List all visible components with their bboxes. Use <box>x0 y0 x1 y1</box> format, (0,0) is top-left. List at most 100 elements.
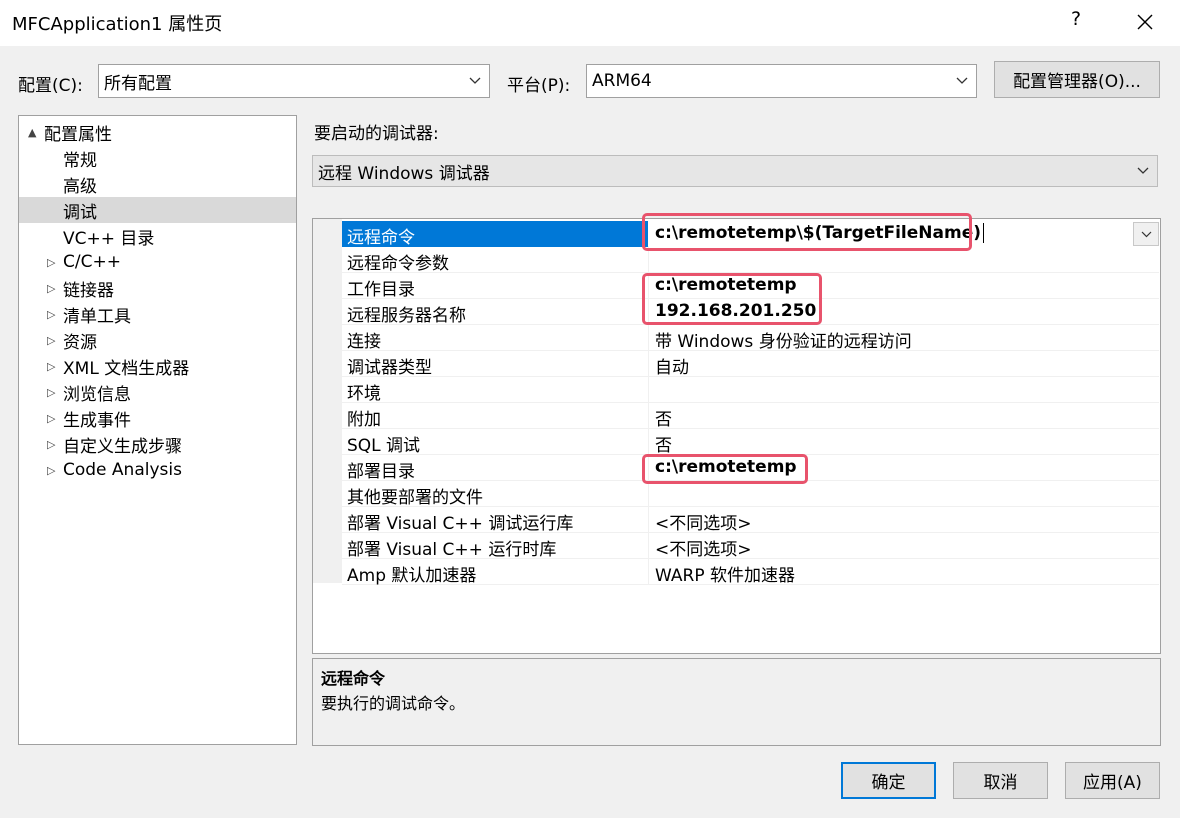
close-button[interactable] <box>1131 8 1159 36</box>
tree-item-build-events[interactable]: ▷ 生成事件 <box>19 405 296 431</box>
tree-item-config-properties[interactable]: ▲ 配置属性 <box>19 119 296 145</box>
property-grid: 远程命令 c:\remotetemp\$(TargetFileName) 远程命… <box>312 218 1161 654</box>
property-value: c:\remotetemp <box>655 275 797 295</box>
tree-item-label: 资源 <box>63 332 97 353</box>
property-name: 其他要部署的文件 <box>347 488 483 508</box>
property-value: WARP 软件加速器 <box>655 566 795 586</box>
apply-button[interactable]: 应用(A) <box>1065 762 1160 799</box>
category-tree: ▲ 配置属性 常规 高级 调试 VC++ 目录 ▷ C/C++ ▷ 链接器 ▷ … <box>18 115 297 745</box>
property-row-attach[interactable]: 附加 否 <box>342 403 1159 430</box>
column-divider <box>648 377 649 403</box>
debugger-label: 要启动的调试器: <box>314 124 439 144</box>
expand-triangle-icon[interactable]: ▷ <box>47 464 55 477</box>
tree-item-label: C/C++ <box>63 252 121 272</box>
column-divider <box>648 325 649 351</box>
property-name: SQL 调试 <box>347 436 421 456</box>
property-name: Amp 默认加速器 <box>347 566 477 586</box>
property-value: <不同选项> <box>655 514 752 534</box>
cancel-button[interactable]: 取消 <box>953 762 1048 799</box>
tree-item-label: 生成事件 <box>63 410 131 431</box>
property-value: c:\remotetemp <box>655 457 797 477</box>
property-value: <不同选项> <box>655 540 752 560</box>
chevron-down-icon <box>1141 231 1151 237</box>
tree-item-label: 自定义生成步骤 <box>63 436 182 457</box>
tree-item-resources[interactable]: ▷ 资源 <box>19 327 296 353</box>
column-divider <box>648 533 649 559</box>
expand-triangle-icon[interactable]: ▷ <box>47 334 55 347</box>
tree-item-label: 清单工具 <box>63 306 131 327</box>
debugger-select[interactable]: 远程 Windows 调试器 <box>312 155 1158 187</box>
tree-item-browse-info[interactable]: ▷ 浏览信息 <box>19 379 296 405</box>
value-dropdown-button[interactable] <box>1133 222 1159 246</box>
property-value: 自动 <box>655 358 689 378</box>
property-row-deploy-runtime[interactable]: 部署 Visual C++ 运行时库 <不同选项> <box>342 533 1159 560</box>
debugger-value: 远程 Windows 调试器 <box>318 163 490 184</box>
chevron-down-icon <box>461 65 489 97</box>
expand-triangle-icon[interactable]: ▷ <box>47 438 55 451</box>
property-row-environment[interactable]: 环境 <box>342 377 1159 404</box>
tree-item-code-analysis[interactable]: ▷ Code Analysis <box>19 457 296 483</box>
platform-label: 平台(P): <box>507 76 571 96</box>
column-divider <box>648 351 649 377</box>
platform-value: ARM64 <box>592 71 652 91</box>
column-divider <box>648 429 649 455</box>
grid-gutter <box>313 219 342 583</box>
tree-item-custom-build-step[interactable]: ▷ 自定义生成步骤 <box>19 431 296 457</box>
column-divider <box>648 455 649 481</box>
ok-button[interactable]: 确定 <box>841 762 936 799</box>
description-title: 远程命令 <box>321 669 386 688</box>
property-row-debugger-type[interactable]: 调试器类型 自动 <box>342 351 1159 378</box>
expand-triangle-icon[interactable]: ▷ <box>47 256 55 269</box>
property-name: 部署 Visual C++ 运行时库 <box>347 540 557 560</box>
tree-item-advanced[interactable]: 高级 <box>19 171 296 197</box>
column-divider <box>648 273 649 299</box>
tree-item-label: 常规 <box>63 150 97 171</box>
tree-item-label: Code Analysis <box>63 460 182 480</box>
property-row-remote-server-name[interactable]: 远程服务器名称 192.168.201.250 <box>342 299 1159 326</box>
description-text: 要执行的调试命令。 <box>321 694 466 713</box>
expand-triangle-icon[interactable]: ▷ <box>47 386 55 399</box>
tree-item-general[interactable]: 常规 <box>19 145 296 171</box>
tree-item-c-cpp[interactable]: ▷ C/C++ <box>19 249 296 275</box>
property-row-sql-debugging[interactable]: SQL 调试 否 <box>342 429 1159 456</box>
property-row-additional-files[interactable]: 其他要部署的文件 <box>342 481 1159 508</box>
property-row-remote-command[interactable]: 远程命令 c:\remotetemp\$(TargetFileName) <box>342 221 1159 248</box>
expand-triangle-icon[interactable]: ▷ <box>47 360 55 373</box>
property-row-deployment-directory[interactable]: 部署目录 c:\remotetemp <box>342 455 1159 482</box>
property-row-working-directory[interactable]: 工作目录 c:\remotetemp <box>342 273 1159 300</box>
tree-item-manifest-tool[interactable]: ▷ 清单工具 <box>19 301 296 327</box>
property-value: c:\remotetemp\$(TargetFileName) <box>655 223 984 243</box>
property-name: 远程服务器名称 <box>347 306 466 326</box>
description-panel: 远程命令 要执行的调试命令。 <box>312 658 1161 746</box>
expand-triangle-icon[interactable]: ▷ <box>47 412 55 425</box>
property-name: 连接 <box>347 332 381 352</box>
collapse-triangle-icon[interactable]: ▲ <box>28 126 36 139</box>
property-row-amp-accelerator[interactable]: Amp 默认加速器 WARP 软件加速器 <box>342 559 1159 586</box>
property-row-remote-command-args[interactable]: 远程命令参数 <box>342 247 1159 274</box>
property-name: 环境 <box>347 384 381 404</box>
config-select[interactable]: 所有配置 <box>98 64 490 98</box>
chevron-down-icon <box>948 65 976 97</box>
tree-item-xml-doc-generator[interactable]: ▷ XML 文档生成器 <box>19 353 296 379</box>
expand-triangle-icon[interactable]: ▷ <box>47 308 55 321</box>
property-row-deploy-debug-runtime[interactable]: 部署 Visual C++ 调试运行库 <不同选项> <box>342 507 1159 534</box>
property-row-connection[interactable]: 连接 带 Windows 身份验证的远程访问 <box>342 325 1159 352</box>
platform-select[interactable]: ARM64 <box>586 64 977 98</box>
close-icon <box>1137 14 1153 30</box>
tree-item-vc-directories[interactable]: VC++ 目录 <box>19 223 296 249</box>
property-name: 远程命令参数 <box>347 254 449 274</box>
column-divider <box>648 403 649 429</box>
chevron-down-icon <box>1129 156 1157 186</box>
tree-item-label: VC++ 目录 <box>63 228 155 249</box>
window-title: MFCApplication1 属性页 <box>12 14 223 35</box>
tree-item-linker[interactable]: ▷ 链接器 <box>19 275 296 301</box>
property-value: 192.168.201.250 <box>655 301 817 321</box>
column-divider <box>648 481 649 507</box>
tree-item-label: 浏览信息 <box>63 384 131 405</box>
property-name: 部署目录 <box>347 462 415 482</box>
column-divider <box>648 299 649 325</box>
help-button[interactable]: ? <box>1064 8 1088 36</box>
config-manager-button[interactable]: 配置管理器(O)... <box>994 61 1160 98</box>
tree-item-debugging[interactable]: 调试 <box>19 197 296 223</box>
expand-triangle-icon[interactable]: ▷ <box>47 282 55 295</box>
